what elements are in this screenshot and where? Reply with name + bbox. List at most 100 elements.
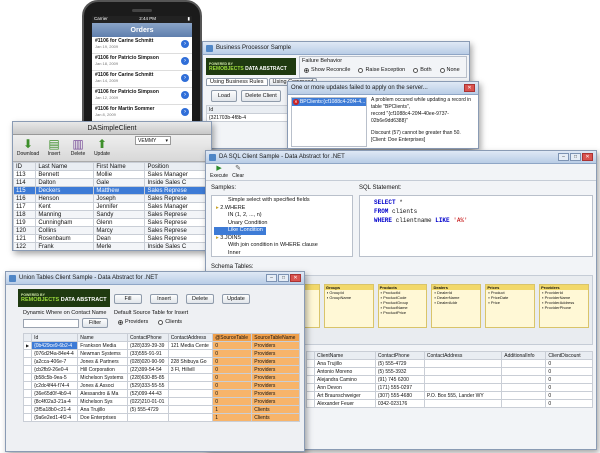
table-cell[interactable]: {3f5a18b0-c21-4 <box>31 405 79 414</box>
table-cell[interactable]: 122 <box>13 242 37 250</box>
tree-item[interactable]: Inner <box>214 250 350 257</box>
table-cell[interactable] <box>167 349 214 358</box>
table-cell[interactable]: (5) 555-3932 <box>374 367 425 376</box>
table-cell[interactable]: Dalton <box>35 178 95 187</box>
row-header[interactable] <box>306 367 315 376</box>
table-cell[interactable]: Glenn <box>93 218 146 227</box>
schema-table[interactable]: Groups ▪ GroupId ▪ GroupName <box>323 284 374 328</box>
table-cell[interactable]: 0342-023176 <box>374 399 425 408</box>
table-cell[interactable]: Michelson Sys <box>77 397 128 406</box>
table-cell[interactable]: (307) 555-4680 <box>374 391 425 400</box>
row-header[interactable] <box>22 381 33 390</box>
order-row[interactable]: #1106 for Patricio Simpson Jan 18, 2009 › <box>92 54 192 71</box>
schema-table[interactable]: Products ▪ ProductId ▪ ProductCode ▪ Produc… <box>377 284 428 328</box>
table-cell[interactable]: Sales Represe <box>144 234 211 243</box>
table-cell[interactable]: Merle <box>93 242 146 250</box>
table-row[interactable]: 116 Henson Joseph Sales Represe <box>13 194 211 203</box>
current-row-indicator-icon[interactable]: ▶ <box>22 341 33 350</box>
table-cell[interactable]: Deckers <box>35 186 95 195</box>
table-cell[interactable]: {b58c5b-9ea-5 <box>31 373 79 382</box>
delete-button[interactable]: ▥ Delete <box>69 137 87 159</box>
failure-option-radio[interactable]: None <box>439 67 460 73</box>
column-header[interactable]: Name <box>77 333 128 342</box>
table-row[interactable]: {3f5a18b0-c21-4 Ana Trujillo (5) 555-4729 1… <box>22 405 300 414</box>
schema-table[interactable]: Providers ▪ ProviderId ▪ ProviderName ▪ Pro… <box>539 284 589 328</box>
table-cell[interactable] <box>501 375 547 384</box>
table-row[interactable]: 121 Rosenbaum Dean Sales Represe <box>13 234 211 243</box>
table-row[interactable]: 118 Manning Sandy Sales Represe <box>13 210 211 219</box>
failure-option-radio[interactable]: Both <box>413 67 432 73</box>
column-header[interactable]: ID <box>13 162 37 171</box>
table-cell[interactable]: 0 <box>545 399 593 408</box>
row-header[interactable] <box>306 359 315 368</box>
table-cell[interactable]: Providers <box>251 389 300 398</box>
table-cell[interactable] <box>167 405 214 414</box>
clear-button[interactable]: ✎ Clear <box>232 165 244 179</box>
table-row[interactable]: 120 Collins Marcy Sales Represe <box>13 226 211 235</box>
table-cell[interactable]: 0 <box>212 357 253 366</box>
table-cell[interactable]: (529)333-55-55 <box>126 381 169 390</box>
chevron-right-icon[interactable]: › <box>181 57 189 65</box>
chevron-right-icon[interactable]: › <box>181 74 189 82</box>
table-cell[interactable]: (22)399-54-54 <box>126 365 169 374</box>
table-cell[interactable]: {c2dc4f44-f74-4 <box>31 381 79 390</box>
table-row[interactable]: {cb2fb9-26e0-4 Hill Corporation (22)399-54… <box>22 365 300 374</box>
table-row[interactable]: 117 Kent Jennifer Sales Manager <box>13 202 211 211</box>
minimize-icon[interactable]: – <box>266 274 277 282</box>
filter-button[interactable]: Filter <box>82 318 108 328</box>
column-header[interactable]: ContactPhone <box>126 333 169 342</box>
table-cell[interactable]: Jones & Associ <box>77 381 128 390</box>
schema-table[interactable]: Prices ▪ Product ▪ PriceDate ▪ Price <box>485 284 536 328</box>
download-button[interactable]: ⬇ Download <box>17 137 39 159</box>
table-row[interactable]: Art Braunschweiger (307) 555-4680 P.O. Box… <box>306 391 593 400</box>
sql-editor[interactable]: SELECT * FROM clients WHERE clientname LIK… <box>359 195 593 257</box>
table-cell[interactable] <box>167 397 214 406</box>
table-cell[interactable]: 0 <box>212 389 253 398</box>
table-cell[interactable] <box>167 389 214 398</box>
table-cell[interactable]: {076d2f4a-84e4-4 <box>31 349 79 358</box>
table-cell[interactable]: Henson <box>35 194 95 203</box>
table-cell[interactable] <box>501 367 547 376</box>
column-header[interactable]: First Name <box>93 162 146 171</box>
maximize-icon[interactable]: □ <box>278 274 289 282</box>
table-cell[interactable]: Providers <box>251 357 300 366</box>
table-cell[interactable] <box>167 373 214 382</box>
column-header[interactable]: Last Name <box>35 162 95 171</box>
delete-button[interactable]: Delete <box>186 294 214 304</box>
row-header[interactable] <box>22 397 33 406</box>
table-cell[interactable]: {a2cca-406e-7 <box>31 357 79 366</box>
table-cell[interactable]: Sandy <box>93 210 146 219</box>
row-header[interactable] <box>22 413 33 422</box>
table-row[interactable]: Antonio Moreno (5) 555-3932 0 <box>306 367 593 376</box>
table-row[interactable]: 113 Bennett Mollie Sales Manager <box>13 170 211 179</box>
table-cell[interactable]: Providers <box>251 365 300 374</box>
table-cell[interactable]: 115 <box>13 186 37 195</box>
table-cell[interactable]: (028)020-90-90 <box>126 357 169 366</box>
table-cell[interactable]: 0 <box>545 375 593 384</box>
column-header[interactable]: ContactAddress <box>423 351 503 360</box>
table-cell[interactable]: (91) 745 6200 <box>374 375 425 384</box>
table-cell[interactable]: 1 <box>212 405 253 414</box>
table-cell[interactable] <box>167 381 214 390</box>
table-cell[interactable]: Alessandro & Ma <box>77 389 128 398</box>
table-cell[interactable]: 0 <box>545 359 593 368</box>
table-cell[interactable]: (328)339-39-39 <box>126 341 169 350</box>
table-cell[interactable]: 0 <box>212 341 253 350</box>
table-cell[interactable] <box>501 391 547 400</box>
table-cell[interactable]: 0 <box>212 349 253 358</box>
table-cell[interactable]: 119 <box>13 218 37 227</box>
row-header[interactable] <box>306 375 315 384</box>
table-cell[interactable]: Providers <box>251 381 300 390</box>
table-cell[interactable]: Collins <box>35 226 95 235</box>
table-row[interactable]: Alejandra Camino (91) 745 6200 0 <box>306 375 593 384</box>
table-cell[interactable]: {9a6e2ed1-4f2-4 <box>31 413 79 422</box>
insert-button[interactable]: Insert <box>150 294 178 304</box>
table-row[interactable]: 115 Deckers Matthew Sales Represe <box>13 186 211 195</box>
table-cell[interactable]: Providers <box>251 341 300 350</box>
table-cell[interactable]: Doe Enterprises <box>77 413 128 422</box>
table-cell[interactable]: Mollie <box>93 170 146 179</box>
chevron-right-icon[interactable]: › <box>181 108 189 116</box>
table-row[interactable]: {36e65d0f-4b9-4 Alessandro & Ma (52)099-44… <box>22 389 300 398</box>
table-cell[interactable]: 114 <box>13 178 37 187</box>
table-cell[interactable]: Gale <box>93 178 146 187</box>
